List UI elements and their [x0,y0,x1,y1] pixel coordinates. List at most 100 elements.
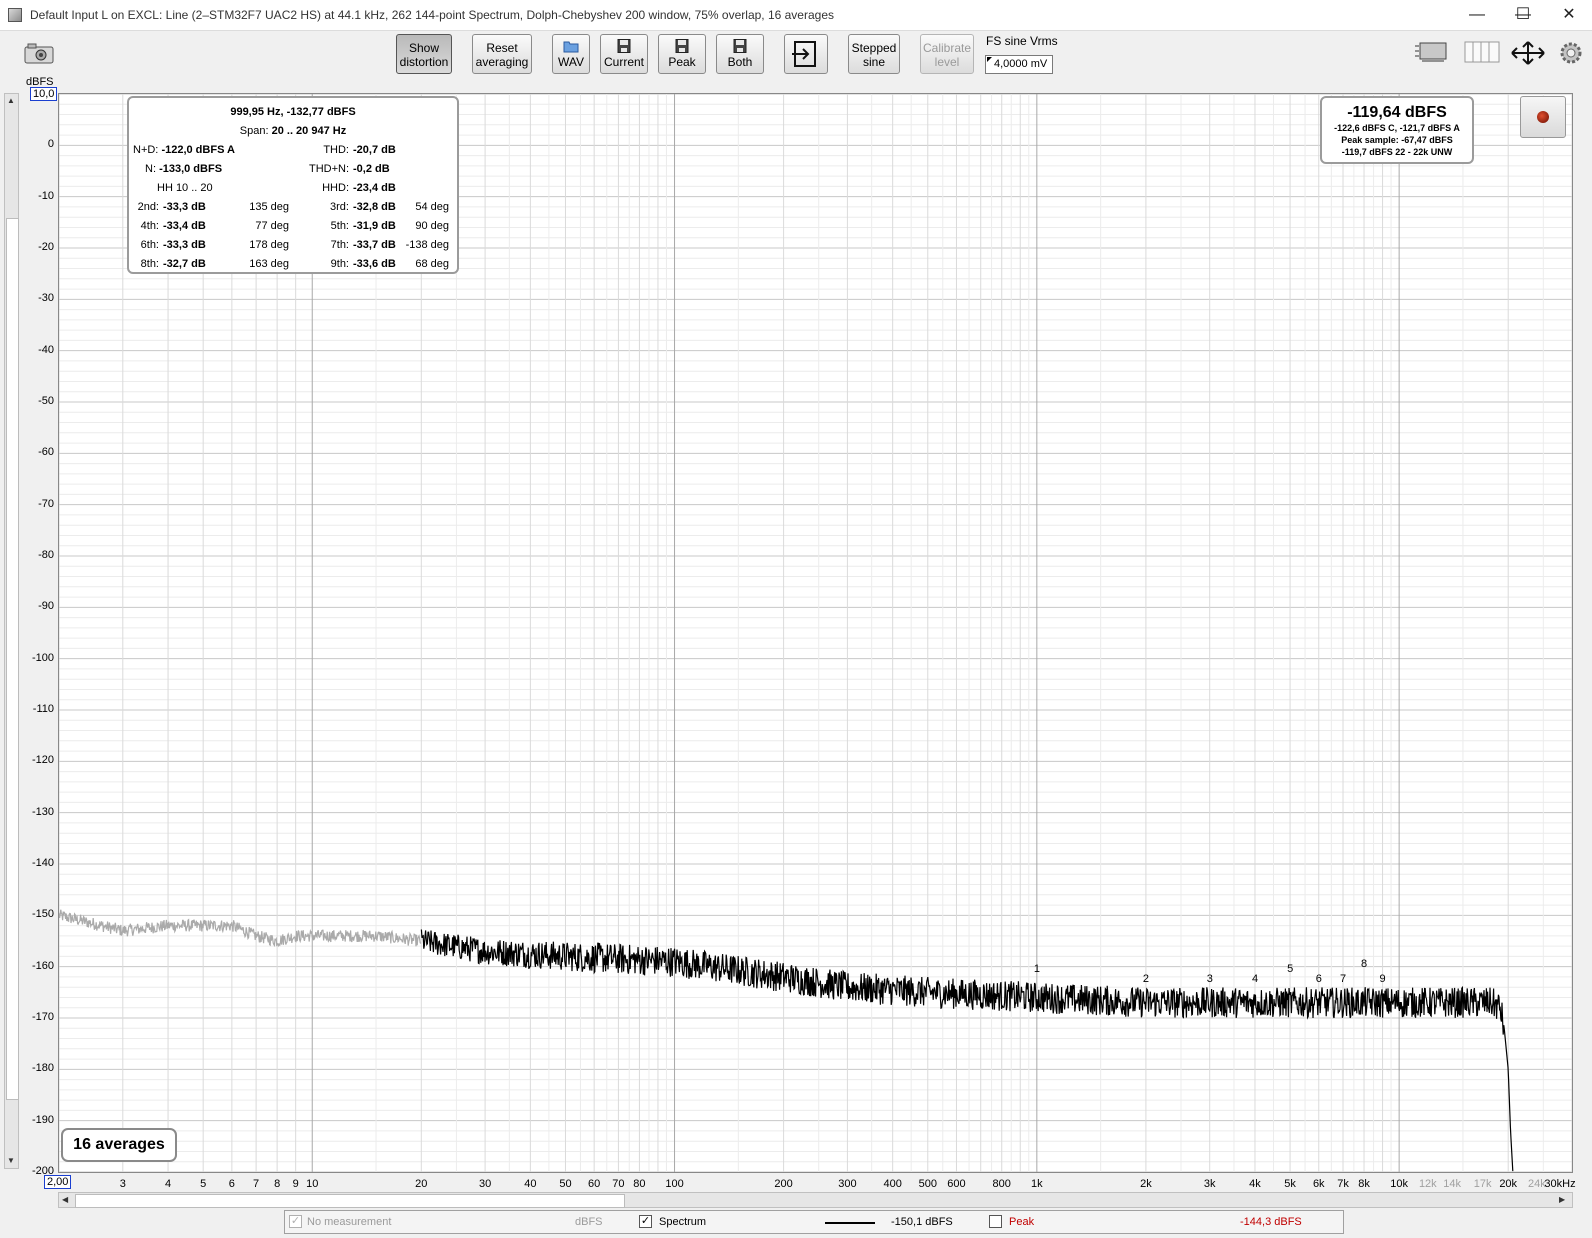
harmonic-phase: 77 deg [255,220,289,232]
fit-view-arrows-icon[interactable] [1510,40,1546,66]
maximize-button[interactable]: ☐ [1500,0,1546,30]
no-measurement-checkbox[interactable]: ✓ [289,1215,302,1228]
graph-layout-icon[interactable] [1414,40,1452,64]
snapshot-camera-icon[interactable] [24,42,54,64]
x-tick-label: 14k [1443,1178,1461,1190]
y-tick-label: -40 [38,343,54,356]
save-current-button[interactable]: Current [600,34,648,74]
x-tick-label: 20 [415,1178,428,1190]
x-tick-label: 300 [838,1178,857,1190]
level-readout-panel[interactable]: -119,64 dBFS -122,6 dBFS C, -121,7 dBFS … [1320,96,1474,164]
horizontal-scroll-thumb[interactable] [75,1194,625,1208]
close-button[interactable]: ✕ [1546,0,1592,30]
show-distortion-button[interactable]: Show distortion [396,34,452,74]
x-tick-label: 6 [228,1178,235,1190]
level-main: -119,64 dBFS [1347,104,1447,121]
x-tick-label: 6k [1312,1178,1325,1190]
x-tick-label: 1k [1031,1178,1043,1190]
nd-value: -122,0 dBFS A [161,144,235,156]
x-tick-label: 8k [1358,1178,1370,1190]
harmonic-marker: 9 [1379,973,1386,986]
peak-label: Peak [1009,1216,1035,1228]
x-tick-label: 800 [992,1178,1011,1190]
calibrate-level-button[interactable]: Calibrate level [920,34,974,74]
n-label: N: [145,163,156,175]
harmonic-phase: 68 deg [415,258,449,270]
harmonic-phase: 163 deg [249,258,289,270]
save-both-button[interactable]: Both [716,34,764,74]
y-tick-label: -150 [31,908,54,921]
save-peak-button[interactable]: Peak [658,34,706,74]
horizontal-scrollbar[interactable]: ◀ ▶ [58,1192,1573,1208]
spectrum-checkbox[interactable]: ✓ [639,1215,652,1228]
minimize-button-hit[interactable]: — [1454,0,1500,30]
settings-gear-icon[interactable] [1558,40,1584,66]
x-tick-label: 17k [1473,1178,1492,1190]
y-tick-label: -140 [31,857,54,869]
x-tick-label: 500 [918,1178,937,1190]
x-tick-label: 10 [306,1178,319,1190]
y-axis-top-value[interactable]: 10,0 [30,87,58,101]
scroll-up-arrow-icon[interactable]: ▲ [7,96,15,105]
wav-button[interactable]: WAV [552,34,590,74]
thd-label: THD: [323,144,349,156]
y-tick-label: -180 [31,1062,54,1075]
n-value: -133,0 dBFS [159,163,223,175]
peak-checkbox[interactable] [989,1215,1002,1228]
thdn-label: THD+N: [308,163,349,175]
record-button[interactable] [1520,96,1566,138]
panels-icon[interactable] [1464,40,1500,64]
y-tick-label: -110 [32,703,54,715]
legend-unit: dBFS [575,1216,603,1228]
span-label: Span: [239,125,269,137]
x-tick-label: 70 [612,1178,625,1190]
harmonic-marker: 2 [1142,973,1150,986]
harmonic-label: 8th: [140,258,159,270]
x-tick-label: 30 [478,1178,492,1190]
y-tick-label: -130 [31,805,54,818]
x-tick-label: 200 [774,1178,793,1190]
show-distortion-label-1: Show [408,41,440,55]
level-unweighted: -119,7 dBFS 22 - 22k UNW [1341,147,1453,157]
thdn-value: -0,2 dB [353,163,390,175]
no-measurement-label: No measurement [307,1216,392,1228]
scroll-left-arrow-icon[interactable]: ◀ [62,1195,68,1204]
x-tick-label: 3 [119,1178,126,1190]
harmonic-label: 6th: [140,239,159,251]
window-title: Default Input L on EXCL: Line (2–STM32F7… [30,8,834,22]
wav-label: WAV [558,55,584,69]
title-bar: Default Input L on EXCL: Line (2–STM32F7… [0,0,1592,31]
y-tick-label: 0 [47,138,54,151]
scroll-down-arrow-icon[interactable]: ▼ [7,1156,15,1165]
scroll-right-arrow-icon[interactable]: ▶ [1559,1195,1565,1204]
y-tick-label: -190 [31,1113,54,1126]
spectrum-value: -150,1 dBFS [891,1216,953,1228]
y-tick-label: -20 [38,241,54,253]
distortion-panel[interactable]: 999,95 Hz, -132,77 dBFS Span: 20 .. 20 9… [127,96,459,274]
stepped-sine-button[interactable]: Stepped sine [848,34,900,74]
vertical-scroll-thumb[interactable] [6,218,19,1100]
x-tick-label: 600 [947,1178,966,1190]
vertical-scrollbar[interactable]: ▲ ▼ [4,93,19,1169]
both-label: Both [727,55,753,69]
x-tick-label: 60 [588,1178,601,1190]
harmonic-marker: 3 [1206,973,1213,986]
harmonic-phase: 90 deg [415,220,449,232]
x-tick-label: 30kHz [1544,1178,1576,1190]
x-tick-label: 100 [665,1178,684,1190]
reset-averaging-button[interactable]: Reset averaging [472,34,532,74]
x-axis-left-value[interactable]: 2,00 [44,1175,72,1189]
peak-label: Peak [668,55,696,69]
folder-icon [563,41,579,53]
fs-sine-input[interactable]: 4,0000 mV [985,55,1053,74]
export-button[interactable] [784,34,828,74]
peak-value: -144,3 dBFS [1240,1216,1302,1228]
save-disk-icon [675,39,689,53]
x-tick-label: 12k [1418,1178,1437,1190]
spectrum-label: Spectrum [659,1216,707,1228]
fs-sine-value: 4,0000 mV [994,58,1048,70]
x-tick-label: 5 [200,1178,207,1190]
hh-range: HH 10 .. 20 [157,182,213,194]
toolbar: Show distortion Reset averaging WAV Curr… [0,30,1592,88]
y-tick-label: -70 [38,497,54,510]
